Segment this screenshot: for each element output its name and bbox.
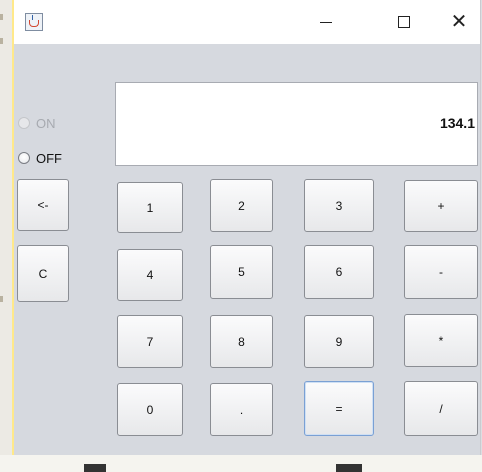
- background-mark: [0, 296, 3, 302]
- close-button[interactable]: ✕: [444, 8, 474, 36]
- key-3-button[interactable]: 3: [304, 179, 374, 232]
- minus-button[interactable]: -: [404, 245, 478, 299]
- backspace-button[interactable]: <-: [17, 179, 69, 231]
- decimal-point-button[interactable]: .: [210, 383, 273, 436]
- background-desktop-left: [0, 0, 12, 472]
- key-6-button[interactable]: 6: [304, 245, 374, 299]
- background-taskbar: [0, 455, 482, 472]
- key-4-button[interactable]: 4: [117, 249, 183, 301]
- maximize-icon: [398, 16, 410, 28]
- java-cup-icon: [25, 13, 43, 31]
- equals-button[interactable]: =: [304, 381, 374, 436]
- background-block: [336, 464, 362, 472]
- result-display: 134.1: [115, 82, 478, 166]
- key-1-button[interactable]: 1: [117, 182, 183, 233]
- plus-button[interactable]: +: [404, 180, 478, 232]
- divide-button[interactable]: /: [404, 381, 478, 436]
- key-8-button[interactable]: 8: [210, 315, 273, 368]
- background-block: [84, 464, 106, 472]
- title-bar[interactable]: ✕: [14, 0, 480, 44]
- minimize-button[interactable]: [311, 8, 341, 36]
- key-9-button[interactable]: 9: [304, 315, 374, 368]
- power-off-label: OFF: [36, 150, 62, 166]
- power-on-radio[interactable]: ON: [18, 115, 56, 131]
- minimize-icon: [320, 22, 332, 23]
- cup-shape: [29, 20, 39, 27]
- radio-circle: [18, 152, 30, 164]
- close-icon: ✕: [450, 11, 468, 33]
- calculator-window: ✕ ON OFF 134.1 <- C 1 2 3 + 4 5 6 - 7 8 …: [14, 0, 481, 455]
- display-value: 134.1: [439, 115, 475, 131]
- background-mark: [0, 14, 3, 20]
- key-5-button[interactable]: 5: [210, 245, 273, 299]
- key-0-button[interactable]: 0: [117, 383, 183, 436]
- power-off-radio[interactable]: OFF: [18, 150, 62, 166]
- power-on-label: ON: [36, 115, 56, 131]
- multiply-button[interactable]: *: [404, 314, 478, 367]
- key-2-button[interactable]: 2: [210, 179, 273, 232]
- background-mark: [0, 38, 3, 44]
- radio-circle: [18, 117, 30, 129]
- maximize-button[interactable]: [389, 8, 419, 36]
- clear-button[interactable]: C: [17, 245, 69, 302]
- key-7-button[interactable]: 7: [117, 315, 183, 368]
